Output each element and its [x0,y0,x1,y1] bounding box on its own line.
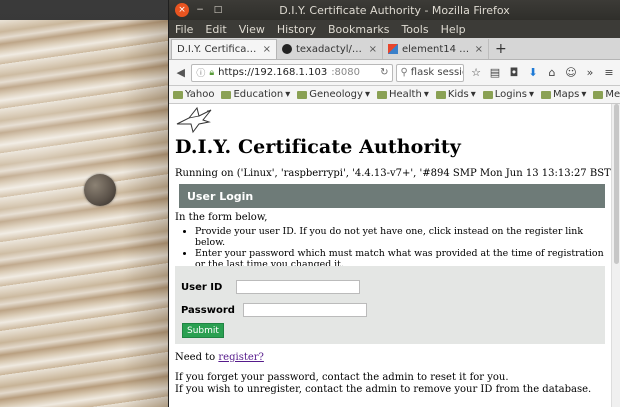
chat-icon[interactable]: ☺ [564,66,578,80]
bookmarks-toolbar: Yahoo Education ▾ Geneology ▾ Health ▾ Kids… [169,86,620,104]
toolbar-icons: ☆ ▤ ◘ ⬇ ⌂ ☺ » ≡ [469,66,616,80]
menu-view[interactable]: View [239,23,265,36]
bookmark-education[interactable]: Education ▾ [221,89,290,100]
bookmark-star-icon[interactable]: ☆ [469,66,483,80]
tab-github[interactable]: texadactyl/diyca: D... × [277,39,383,59]
tab-label: D.I.Y. Certificate Autho... [177,44,259,55]
jupiter-image [0,20,175,407]
admin-notes: If you forget your password, contact the… [175,372,591,396]
page-content: D.I.Y. Certificate Authority Running on … [169,104,612,407]
search-icon: ⚲ [400,67,408,78]
moon-image [84,174,116,206]
close-tab-icon[interactable]: × [263,44,271,55]
home-icon[interactable]: ⌂ [545,66,559,80]
window-title: D.I.Y. Certificate Authority - Mozilla F… [279,3,510,17]
folder-icon [173,90,183,99]
tab-label: texadactyl/diyca: D... [296,43,365,55]
search-value: flask session ti [410,67,463,78]
bookmark-maps[interactable]: Maps ▾ [541,89,586,100]
menu-tools[interactable]: Tools [401,23,428,36]
close-tab-icon[interactable]: × [369,44,377,55]
close-icon[interactable]: × [175,3,189,17]
tab-label: element14 Commu... [402,43,471,55]
password-row: Password [181,303,367,317]
info-icon[interactable]: ⓘ [196,66,205,79]
page-scrollbar[interactable] [611,104,620,407]
section-banner: User Login [179,184,605,208]
submit-button[interactable]: Submit [182,323,224,338]
close-tab-icon[interactable]: × [475,44,483,55]
url-port: :8080 [331,67,361,78]
window-controls: × − □ [175,3,225,17]
github-icon [282,44,292,54]
bookmark-health[interactable]: Health ▾ [376,89,429,100]
folder-icon [221,90,232,99]
hamburger-menu-icon[interactable]: ≡ [602,66,616,80]
reload-icon[interactable]: ↻ [380,67,388,78]
firefox-window: × − □ D.I.Y. Certificate Authority - Moz… [168,0,620,407]
register-link[interactable]: register? [218,352,264,363]
bookmark-memberships[interactable]: Memberships▾ [593,89,620,100]
menu-bar: File Edit View History Bookmarks Tools H… [169,20,620,38]
folder-icon [593,90,604,99]
title-bar: × − □ D.I.Y. Certificate Authority - Moz… [169,0,620,20]
bookmark-geneology[interactable]: Geneology ▾ [297,89,370,100]
system-info: Running on ('Linux', 'raspberrypi', '4.4… [175,168,612,179]
password-label: Password [181,304,235,316]
overflow-icon[interactable]: » [583,66,597,80]
lock-icon: 🔒︎ [209,67,215,78]
scrollbar-thumb[interactable] [614,104,619,264]
url-bar[interactable]: ⓘ 🔒︎ https://192.168.1.103:8080 ↻ [191,63,394,82]
bookmark-logins[interactable]: Logins ▾ [482,89,534,100]
minimize-icon[interactable]: − [193,3,207,17]
folder-icon [541,90,551,99]
menu-history[interactable]: History [277,23,316,36]
unregister-text: If you wish to unregister, contact the a… [175,384,592,395]
search-input[interactable]: ⚲ flask session ti → [396,63,464,82]
folder-icon [376,90,387,99]
register-prompt: Need to register? [175,352,264,363]
login-form: User ID Password Submit [175,266,605,344]
user-id-row: User ID [181,280,361,294]
instructions-list: Provide your user ID. If you do not yet … [175,226,605,270]
menu-edit[interactable]: Edit [205,23,226,36]
bookmark-kids[interactable]: Kids ▾ [435,89,476,100]
password-input[interactable] [242,303,367,317]
folder-icon [297,90,308,99]
menu-bookmarks[interactable]: Bookmarks [328,23,389,36]
tab-bar: D.I.Y. Certificate Autho... × texadactyl… [169,38,620,60]
user-id-label: User ID [181,281,223,293]
downloads-icon[interactable]: ⬇ [526,66,540,80]
tab-diyca[interactable]: D.I.Y. Certificate Autho... × [171,39,277,59]
back-icon[interactable]: ◀ [173,65,188,81]
pocket-icon[interactable]: ◘ [507,66,521,80]
list-item: Provide your user ID. If you do not yet … [195,226,605,248]
bookmark-yahoo[interactable]: Yahoo [173,89,214,100]
folder-icon [435,90,446,99]
menu-help[interactable]: Help [441,23,466,36]
register-prefix: Need to [175,352,219,363]
menu-file[interactable]: File [175,23,193,36]
pterodactyl-logo-icon [176,106,212,134]
reading-list-icon[interactable]: ▤ [488,66,502,80]
element14-icon [388,44,398,54]
url-host: https://192.168.1.103 [218,67,328,78]
page-title: D.I.Y. Certificate Authority [175,136,461,158]
new-tab-button[interactable]: + [489,39,513,59]
intro-text: In the form below, [175,212,268,223]
tab-element14[interactable]: element14 Commu... × [383,39,489,59]
maximize-icon[interactable]: □ [211,3,225,17]
forgot-password-text: If you forget your password, contact the… [175,372,509,383]
navigation-toolbar: ◀ ⓘ 🔒︎ https://192.168.1.103:8080 ↻ ⚲ fl… [169,60,620,86]
user-id-input[interactable] [236,280,361,294]
folder-icon [482,90,493,99]
